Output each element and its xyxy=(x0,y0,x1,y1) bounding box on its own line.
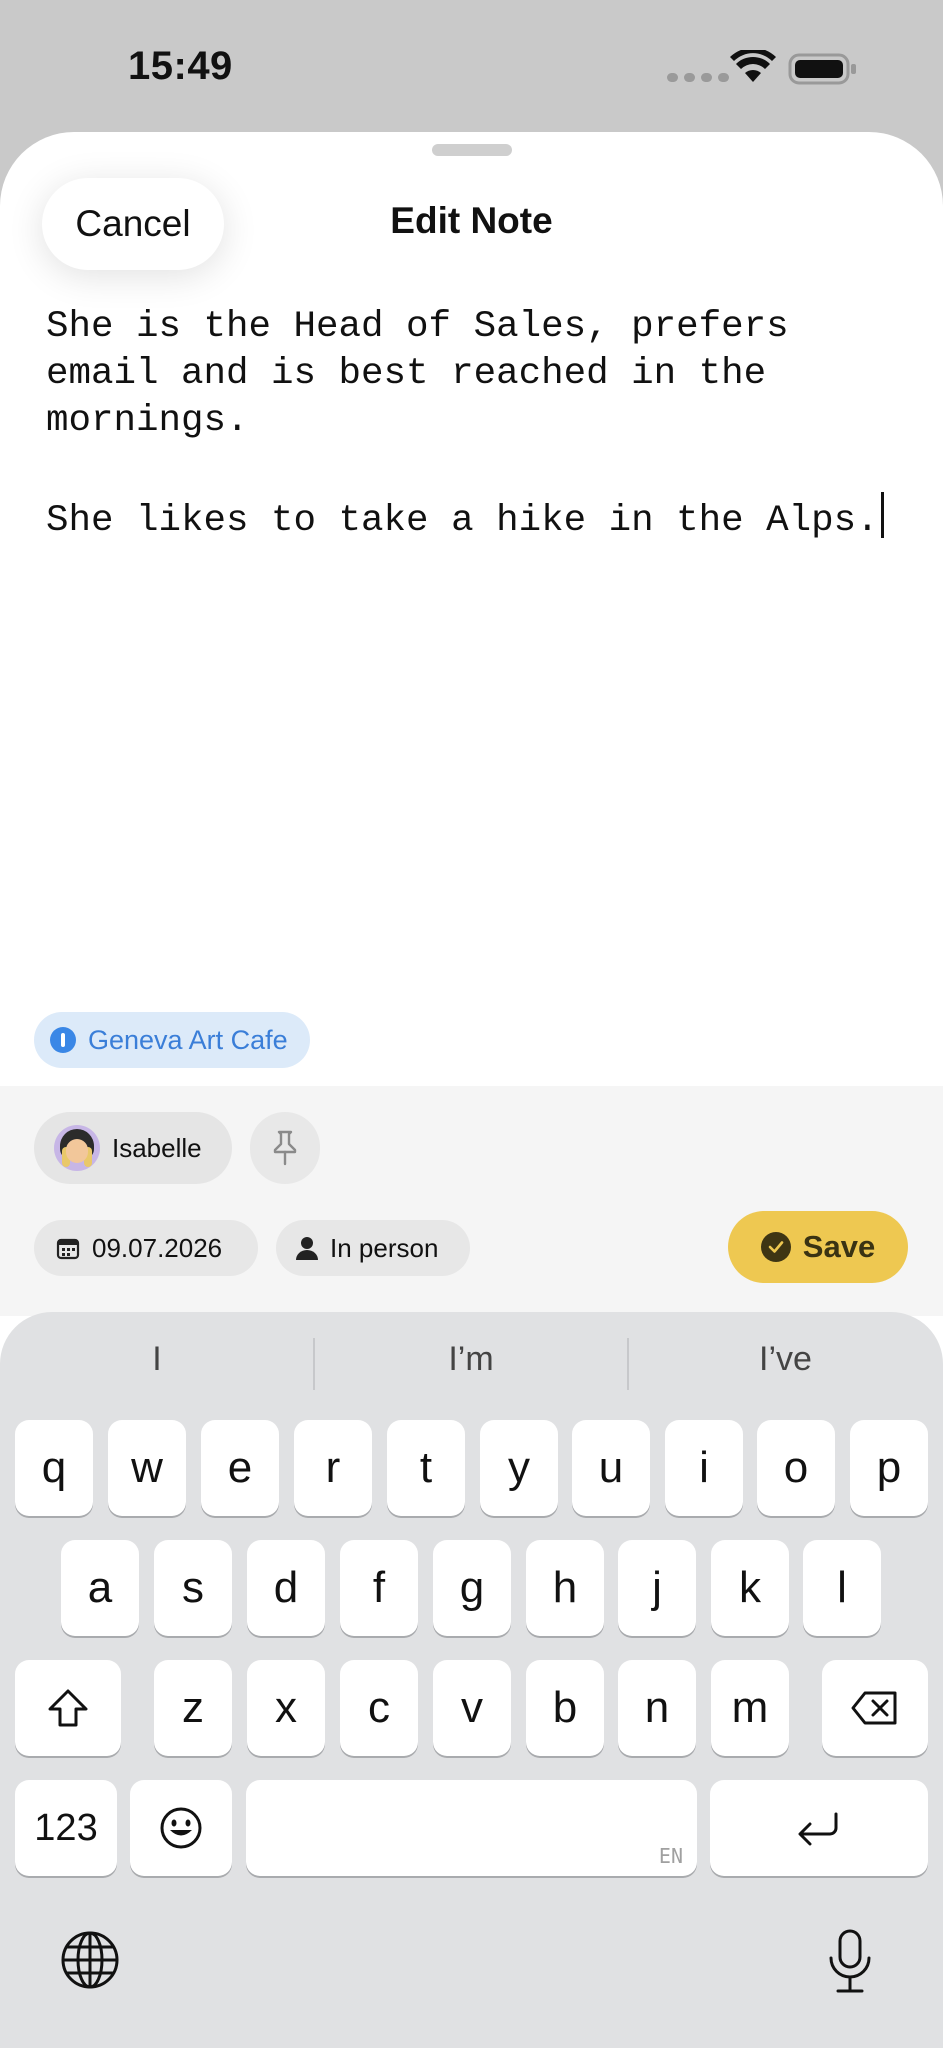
cellular-dots-icon xyxy=(667,73,729,82)
shift-arrow-icon xyxy=(48,1689,88,1727)
meeting-mode-chip[interactable]: In person xyxy=(276,1220,470,1276)
date-chip[interactable]: 09.07.2026 xyxy=(34,1220,258,1276)
key-i[interactable]: i xyxy=(665,1420,743,1516)
location-chip[interactable]: Geneva Art Cafe xyxy=(34,1012,310,1068)
pin-button[interactable] xyxy=(250,1112,320,1184)
meeting-mode-label: In person xyxy=(330,1232,439,1263)
suggestion-3[interactable]: I’ve xyxy=(628,1340,943,1390)
key-o[interactable]: o xyxy=(757,1420,835,1516)
avatar xyxy=(54,1125,100,1171)
key-x[interactable]: x xyxy=(247,1660,325,1756)
person-name: Isabelle xyxy=(112,1132,202,1163)
key-c[interactable]: c xyxy=(340,1660,418,1756)
key-t[interactable]: t xyxy=(387,1420,465,1516)
backspace-icon xyxy=(851,1691,897,1725)
key-f[interactable]: f xyxy=(340,1540,418,1636)
predictive-suggestions: I I’m I’ve xyxy=(0,1312,943,1416)
pushpin-icon xyxy=(273,1130,297,1166)
return-arrow-icon xyxy=(798,1812,838,1846)
wifi-icon xyxy=(730,50,776,82)
key-k[interactable]: k xyxy=(711,1540,789,1636)
globe-icon[interactable] xyxy=(60,1930,120,1990)
status-time: 15:49 xyxy=(128,44,233,88)
key-w[interactable]: w xyxy=(108,1420,186,1516)
sheet-grabber[interactable] xyxy=(432,144,512,156)
key-g[interactable]: g xyxy=(433,1540,511,1636)
space-key[interactable]: EN xyxy=(246,1780,697,1876)
key-h[interactable]: h xyxy=(526,1540,604,1636)
text-caret xyxy=(880,492,884,538)
key-j[interactable]: j xyxy=(618,1540,696,1636)
keyboard: I I’m I’ve q w e r t y u i o p a s d f g… xyxy=(0,1312,943,2048)
person-chip[interactable]: Isabelle xyxy=(34,1112,232,1184)
checkmark-icon xyxy=(760,1232,791,1262)
key-e[interactable]: e xyxy=(201,1420,279,1516)
key-r[interactable]: r xyxy=(294,1420,372,1516)
numbers-key[interactable]: 123 xyxy=(15,1780,117,1876)
key-y[interactable]: y xyxy=(480,1420,558,1516)
status-bar: 15:49 xyxy=(0,0,943,132)
key-p[interactable]: p xyxy=(850,1420,928,1516)
key-z[interactable]: z xyxy=(154,1660,232,1756)
suggestion-1[interactable]: I xyxy=(0,1340,314,1390)
key-b[interactable]: b xyxy=(526,1660,604,1756)
calendar-icon xyxy=(56,1238,80,1260)
emoji-icon xyxy=(160,1807,202,1849)
key-q[interactable]: q xyxy=(15,1420,93,1516)
note-text-field[interactable]: She is the Head of Sales, prefers email … xyxy=(46,304,906,545)
delete-key[interactable] xyxy=(822,1660,928,1756)
shift-key[interactable] xyxy=(15,1660,121,1756)
emoji-key[interactable] xyxy=(130,1780,232,1876)
return-key[interactable] xyxy=(710,1780,928,1876)
key-v[interactable]: v xyxy=(433,1660,511,1756)
suggestion-2[interactable]: I’m xyxy=(314,1340,628,1390)
keyboard-language-label: EN xyxy=(658,1844,683,1868)
key-m[interactable]: m xyxy=(711,1660,789,1756)
battery-icon xyxy=(788,53,856,85)
save-button[interactable]: Save xyxy=(728,1211,908,1283)
key-a[interactable]: a xyxy=(61,1540,139,1636)
date-label: 09.07.2026 xyxy=(92,1232,223,1263)
key-s[interactable]: s xyxy=(154,1540,232,1636)
key-u[interactable]: u xyxy=(572,1420,650,1516)
location-pin-icon xyxy=(50,1027,76,1053)
page-title: Edit Note xyxy=(390,200,553,241)
location-label: Geneva Art Cafe xyxy=(88,1024,288,1055)
key-n[interactable]: n xyxy=(618,1660,696,1756)
save-label: Save xyxy=(802,1229,876,1264)
person-icon xyxy=(296,1237,318,1260)
key-l[interactable]: l xyxy=(803,1540,881,1636)
microphone-icon[interactable] xyxy=(826,1928,874,1994)
note-text: She is the Head of Sales, prefers email … xyxy=(46,306,879,542)
key-d[interactable]: d xyxy=(247,1540,325,1636)
